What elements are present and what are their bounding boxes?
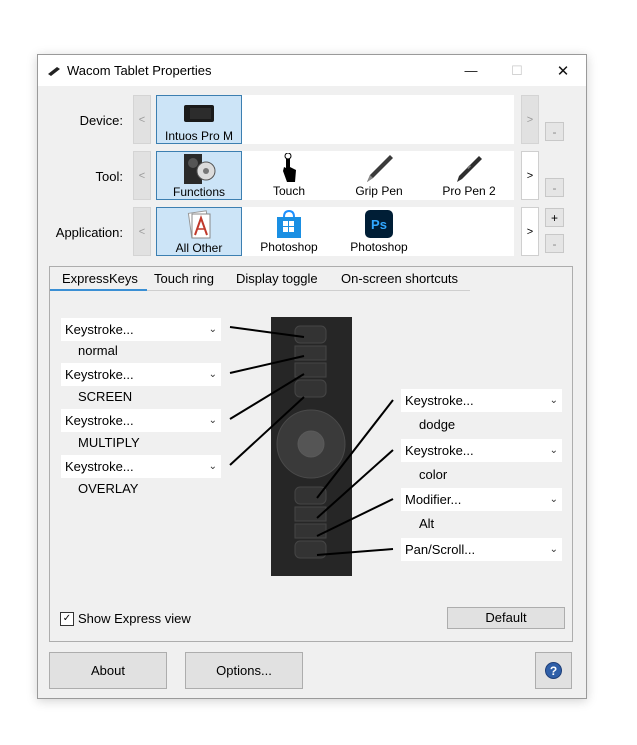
expresskey-right-2-dropdown[interactable]: Keystroke... ⌄ (401, 439, 562, 462)
wacom-properties-window: Wacom Tablet Properties — ☐ ✕ Device: < … (37, 54, 587, 699)
svg-text:?: ? (550, 664, 557, 678)
chevron-down-icon: ⌄ (549, 494, 558, 505)
show-express-view-checkbox[interactable]: ✓ Show Express view (60, 611, 191, 626)
chevron-down-icon: ⌄ (208, 324, 217, 335)
expresskey-right-4-dropdown[interactable]: Pan/Scroll... ⌄ (401, 538, 562, 561)
expresskey-left-1-dropdown[interactable]: Keystroke... ⌄ (61, 318, 221, 341)
chevron-down-icon: ⌄ (549, 445, 558, 456)
chevron-down-icon: ⌄ (208, 415, 217, 426)
help-button[interactable]: ? (535, 652, 572, 689)
expresskey-right-3-sub: Alt (419, 516, 435, 531)
expresskey-left-2-dropdown[interactable]: Keystroke... ⌄ (61, 363, 221, 386)
about-button[interactable]: About (49, 652, 167, 689)
expresskey-left-4-sub: OVERLAY (78, 481, 139, 496)
expresskey-right-3-dropdown[interactable]: Modifier... ⌄ (401, 488, 562, 511)
expresskey-right-1-sub: dodge (419, 417, 456, 432)
chevron-down-icon: ⌄ (549, 544, 558, 555)
help-icon: ? (545, 662, 562, 679)
expresskey-right-2-sub: color (419, 467, 448, 482)
chevron-down-icon: ⌄ (549, 395, 558, 406)
options-button[interactable]: Options... (185, 652, 303, 689)
checkmark-icon: ✓ (60, 611, 74, 626)
expresskey-left-3-sub: MULTIPLY (78, 435, 140, 450)
chevron-down-icon: ⌄ (208, 369, 217, 380)
expresskey-left-4-dropdown[interactable]: Keystroke... ⌄ (61, 455, 221, 478)
expresskey-left-1-sub: normal (78, 343, 118, 358)
expresskey-left-3-dropdown[interactable]: Keystroke... ⌄ (61, 409, 221, 432)
expresskey-right-1-dropdown[interactable]: Keystroke... ⌄ (401, 389, 562, 412)
chevron-down-icon: ⌄ (208, 461, 217, 472)
expresskey-left-2-sub: SCREEN (78, 389, 133, 404)
default-button[interactable]: Default (447, 607, 565, 629)
